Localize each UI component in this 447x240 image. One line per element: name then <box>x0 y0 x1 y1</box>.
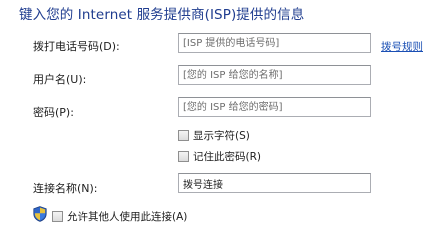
username-input[interactable] <box>178 65 371 85</box>
password-label: 密码(P): <box>33 106 74 119</box>
remember-password-checkbox-box[interactable] <box>178 151 189 162</box>
page-heading: 键入您的 Internet 服务提供商(ISP)提供的信息 <box>19 7 305 23</box>
connection-name-label: 连接名称(N): <box>33 182 98 195</box>
dial-number-label: 拨打电话号码(D): <box>33 40 120 53</box>
show-characters-checkbox[interactable]: 显示字符(S) <box>178 128 250 143</box>
shield-icon <box>33 206 47 222</box>
connection-name-input[interactable] <box>178 173 371 193</box>
show-characters-checkbox-box[interactable] <box>178 130 189 141</box>
dialing-rules-link[interactable]: 拨号规则 <box>381 39 423 54</box>
show-characters-label: 显示字符(S) <box>193 130 250 142</box>
dial-number-input[interactable] <box>178 33 371 53</box>
remember-password-checkbox[interactable]: 记住此密码(R) <box>178 149 261 164</box>
allow-others-checkbox[interactable]: 允许其他人使用此连接(A) <box>52 209 187 224</box>
allow-others-checkbox-box[interactable] <box>52 211 63 222</box>
password-input[interactable] <box>178 97 371 117</box>
username-label: 用户名(U): <box>33 73 87 86</box>
allow-others-label: 允许其他人使用此连接(A) <box>67 211 188 223</box>
remember-password-label: 记住此密码(R) <box>193 151 261 163</box>
